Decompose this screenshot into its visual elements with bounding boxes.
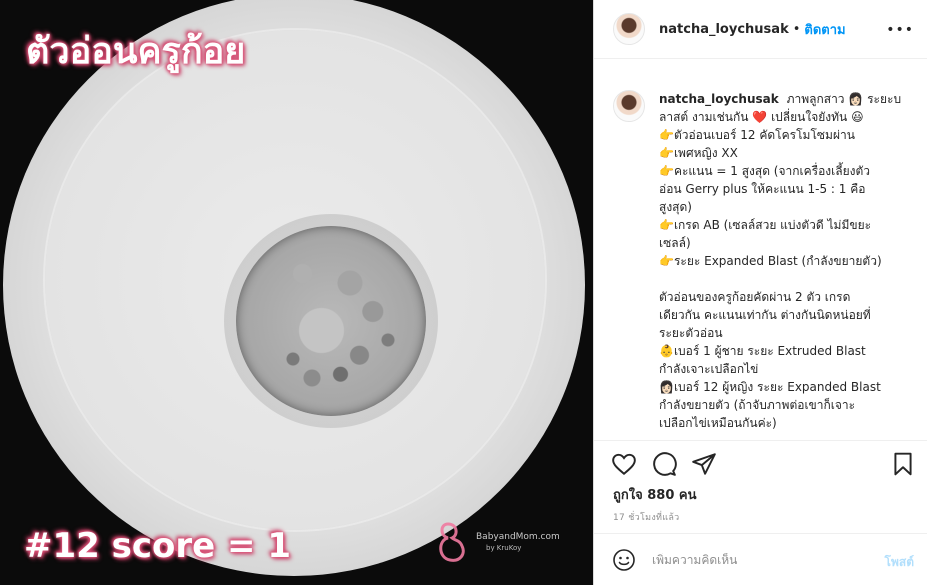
comment-icon[interactable] [651, 451, 677, 477]
caption-area: natcha_loychusak ภาพลูกสาว 👩🏻 ระยะบ ลาสต… [594, 60, 927, 440]
post-media[interactable]: ตัวอ่อนครูก้อย #12 score = 1 BabyandMom.… [0, 0, 593, 585]
media-overlay-title: ตัวอ่อนครูก้อย [26, 31, 246, 72]
caption-line-8: 👉เกรด AB (เซลล์สวย แบ่งตัวดี ไม่มีขยะ [659, 218, 872, 232]
media-overlay-score: #12 score = 1 [24, 526, 292, 566]
caption-avatar[interactable] [613, 90, 645, 122]
caption: natcha_loychusak ภาพลูกสาว 👩🏻 ระยะบ ลาสต… [613, 90, 917, 432]
caption-line-17: 👩🏻เบอร์ 12 ผู้หญิง ระยะ Expanded Blast [659, 380, 881, 394]
more-options-icon[interactable]: ••• [886, 22, 914, 38]
caption-line-9: เซลล์) [659, 236, 691, 250]
caption-line-15: 👶เบอร์ 1 ผู้ชาย ระยะ Extruded Blast [659, 344, 866, 358]
caption-line-2: เปลี่ยนใจยังทัน 😃 [771, 110, 864, 124]
likes-count[interactable]: ถูกใจ 880 คน [613, 484, 696, 505]
bookmark-icon[interactable] [890, 451, 916, 477]
caption-username[interactable]: natcha_loychusak [659, 92, 779, 106]
caption-line-13: เดียวกัน คะแนนเท่ากัน ต่างกันนิดหน่อยที่ [659, 308, 871, 322]
post-comment-button[interactable]: โพสต์ [885, 553, 914, 572]
watermark-sub: by KruKoy [486, 544, 522, 552]
post-timestamp[interactable]: 17 ชั่วโมงที่แล้ว [613, 510, 680, 524]
caption-line-12: ตัวอ่อนของครูก้อยคัดผ่าน 2 ตัว เกรด [659, 290, 851, 304]
caption-text: natcha_loychusak ภาพลูกสาว 👩🏻 ระยะบ ลาสต… [659, 90, 917, 432]
watermark: BabyandMom.com by KruKoy [436, 518, 560, 568]
follow-button[interactable]: ติดตาม [804, 19, 845, 40]
comment-bar: โพสต์ [594, 533, 927, 585]
separator-dot: • [792, 21, 801, 37]
watermark-logo-icon [439, 522, 465, 562]
avatar[interactable] [613, 13, 645, 45]
smiley-icon[interactable] [612, 548, 636, 572]
caption-line-5: 👉คะแนน = 1 สูงสุด (จากเครื่องเลี้ยงตัว [659, 164, 871, 178]
caption-line-7: สูงสุด) [659, 200, 692, 214]
header-username[interactable]: natcha_loychusak [659, 22, 789, 37]
caption-line-6: อ่อน Gerry plus ให้คะแนน 1-5 : 1 คือ [659, 182, 866, 196]
comment-input[interactable] [652, 552, 872, 567]
caption-line-16: กำลังเจาะเปลือกไข่ [659, 362, 759, 376]
paper-plane-icon[interactable] [691, 451, 717, 477]
caption-line-3: 👉ตัวอ่อนเบอร์ 12 คัดโครโมโซมผ่าน [659, 128, 855, 142]
caption-line-10: 👉ระยะ Expanded Blast (กำลังขยายตัว) [659, 254, 882, 268]
caption-line-0: ภาพลูกสาว 👩🏻 ระยะบ [786, 92, 902, 106]
heart-emoji: ❤️ [752, 110, 768, 124]
watermark-brand: BabyandMom.com [476, 532, 560, 542]
caption-line-4: 👉เพศหญิง XX [659, 146, 738, 160]
caption-line-18: กำลังขยายตัว (ถ้าจับภาพต่อเขาก็เจาะ [659, 398, 856, 412]
caption-line-19: เปลือกไข่เหมือนกันค่ะ) [659, 416, 777, 430]
post-side-panel: natcha_loychusak • ติดตาม ••• natcha_loy… [593, 0, 927, 585]
heart-icon[interactable] [611, 451, 637, 477]
action-bar [594, 440, 927, 486]
post-header: natcha_loychusak • ติดตาม ••• [594, 0, 927, 59]
caption-line-1: ลาสต์ งามเช่นกัน [659, 110, 749, 124]
caption-line-14: ระยะตัวอ่อน [659, 326, 723, 340]
embryo-blastocyst [236, 226, 426, 416]
